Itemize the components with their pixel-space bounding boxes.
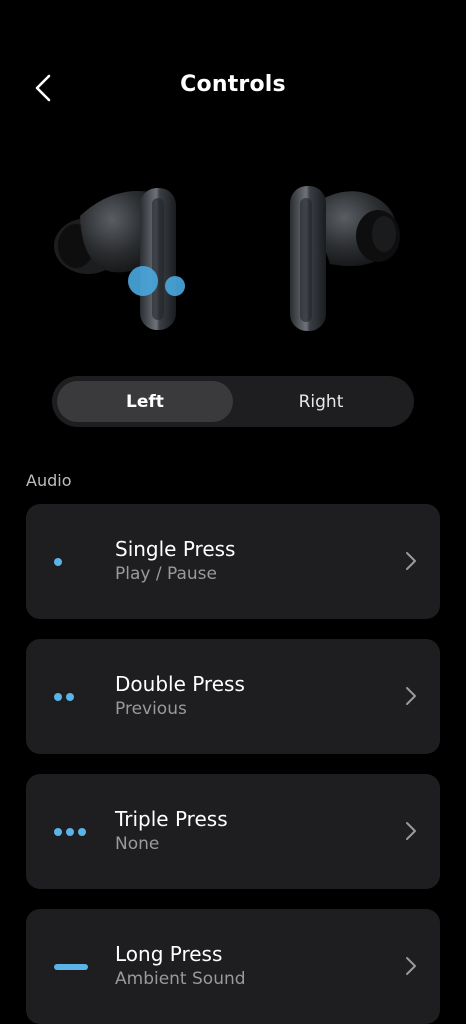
control-value: Ambient Sound [115, 969, 246, 989]
control-single-press[interactable]: Single Press Play / Pause [26, 504, 440, 619]
right-earbud-image [290, 186, 400, 331]
control-name: Double Press [115, 672, 245, 696]
page-title: Controls [180, 72, 286, 97]
earbuds-illustration [0, 176, 466, 346]
double-dot-icon [54, 692, 74, 702]
control-value: Play / Pause [115, 564, 217, 584]
chevron-right-icon [406, 552, 416, 570]
control-value: Previous [115, 699, 187, 719]
control-name: Single Press [115, 537, 236, 561]
single-dot-icon [54, 557, 62, 567]
earbud-side-toggle: Left Right [52, 376, 414, 427]
left-touch-highlight [128, 266, 158, 296]
tab-right[interactable]: Right [233, 381, 409, 422]
chevron-right-icon [406, 957, 416, 975]
header: Controls [0, 0, 466, 176]
chevron-right-icon [406, 822, 416, 840]
chevron-right-icon [406, 687, 416, 705]
control-value: None [115, 834, 160, 854]
long-press-dash-icon [54, 962, 88, 972]
control-double-press[interactable]: Double Press Previous [26, 639, 440, 754]
control-triple-press[interactable]: Triple Press None [26, 774, 440, 889]
section-label-audio: Audio [26, 471, 72, 490]
left-earbud-image [54, 188, 185, 330]
control-name: Long Press [115, 942, 223, 966]
tab-left[interactable]: Left [57, 381, 233, 422]
control-name: Triple Press [115, 807, 228, 831]
control-long-press[interactable]: Long Press Ambient Sound [26, 909, 440, 1024]
triple-dot-icon [54, 827, 86, 837]
